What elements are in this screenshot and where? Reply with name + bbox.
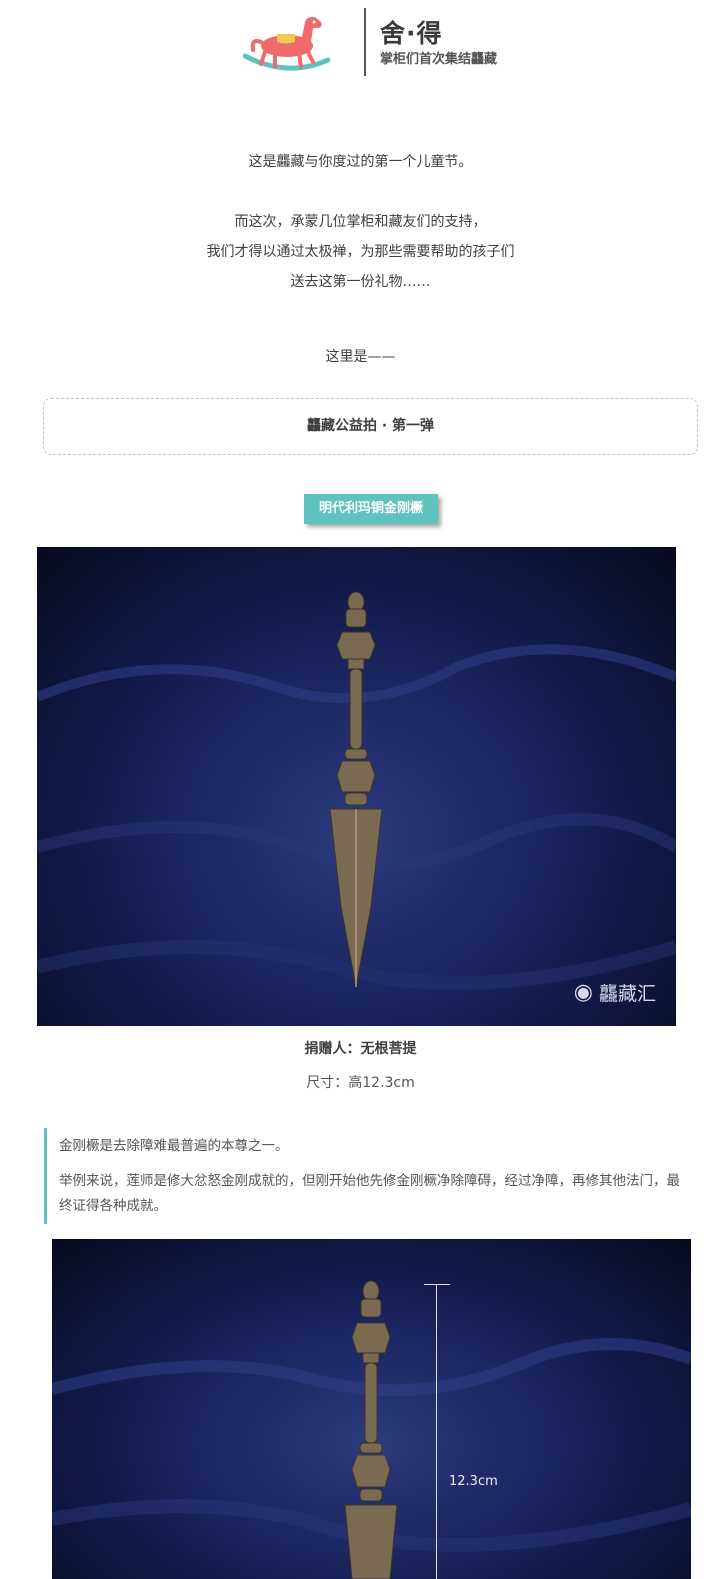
quote-line: 金刚橛是去除障难最普遍的本尊之一。	[59, 1138, 289, 1154]
item-photo[interactable]: ◉ 龘藏汇	[37, 547, 676, 1026]
page-subtitle: 掌柜们首次集结龘藏	[380, 52, 498, 67]
measure-line	[436, 1284, 437, 1579]
measure-label: 12.3cm	[449, 1474, 498, 1489]
intro-line: 我们才得以通过太极禅，为那些需要帮助的孩子们	[206, 244, 515, 260]
measure-cap	[424, 1284, 450, 1285]
header-divider	[364, 8, 366, 76]
size-caption: 尺寸：高12.3cm	[306, 1075, 415, 1091]
description-quote: 金刚橛是去除障难最普遍的本尊之一。 举例来说，莲师是修大忿怒金刚成就的，但刚开始…	[44, 1128, 692, 1224]
section-title-box: 龘藏公益拍 · 第一弹	[43, 398, 698, 455]
intro-line: 这是龘藏与你度过的第一个儿童节。	[248, 154, 473, 170]
intro-line: 而这次，承蒙几位掌柜和藏友们的支持，	[234, 214, 487, 230]
wechat-icon: ◉	[573, 980, 593, 1005]
item-measure-photo[interactable]: 12.3cm	[52, 1239, 691, 1579]
article-header: 舍·得 掌柜们首次集结龘藏	[0, 0, 721, 90]
section-title: 龘藏公益拍 · 第一弹	[306, 418, 435, 434]
donor-caption: 捐赠人：无根菩提	[304, 1041, 417, 1057]
watermark: ◉ 龘藏汇	[574, 979, 656, 1006]
intro-line: 送去这第一份礼物……	[290, 274, 431, 290]
watermark-text: 龘藏汇	[598, 983, 656, 1005]
quote-paragraph: 举例来说，莲师是修大忿怒金刚成就的，但刚开始他先修金刚橛净除障碍，经过净障，再修…	[59, 1173, 680, 1214]
item-name-badge: 明代利玛铜金刚橛	[304, 494, 438, 524]
page-title: 舍·得	[380, 19, 443, 48]
rocking-horse-logo	[242, 12, 333, 74]
intro-line: 这里是——	[325, 349, 396, 365]
